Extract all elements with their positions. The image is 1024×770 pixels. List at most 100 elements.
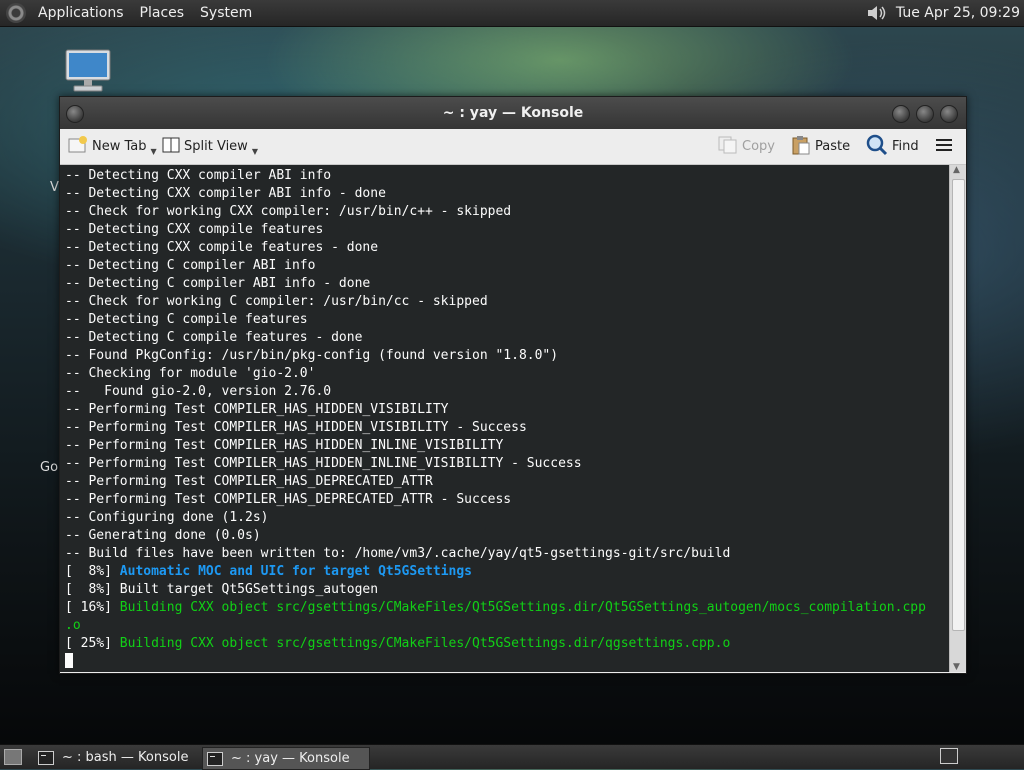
menu-places[interactable]: Places xyxy=(132,0,193,26)
split-view-label: Split View xyxy=(184,139,248,154)
panel-tray: Tue Apr 25, 09:29 xyxy=(866,0,1024,26)
scroll-down-icon[interactable]: ▼ xyxy=(953,662,960,672)
chevron-down-icon[interactable]: ▼ xyxy=(252,147,258,156)
terminal-line-text: -- Detecting CXX compiler ABI info xyxy=(65,168,332,183)
taskbar-item-label: ~ : bash — Konsole xyxy=(62,750,189,765)
terminal-line-text: .o xyxy=(65,618,81,633)
terminal-line-text: -- Detecting C compiler ABI info xyxy=(65,258,316,273)
terminal-line-text: -- Performing Test COMPILER_HAS_DEPRECAT… xyxy=(65,474,433,489)
terminal-line-text: -- Checking for module 'gio-2.0' xyxy=(65,366,316,381)
terminal-line-text: -- Performing Test COMPILER_HAS_DEPRECAT… xyxy=(65,492,512,507)
workspace-switcher-icon[interactable] xyxy=(940,748,958,764)
terminal-line-text: -- Check for working CXX compiler: /usr/… xyxy=(65,204,512,219)
scrollbar-thumb[interactable] xyxy=(952,179,965,631)
terminal-line: -- Performing Test COMPILER_HAS_HIDDEN_V… xyxy=(65,419,950,437)
split-view-button[interactable]: Split View ▼ xyxy=(162,129,258,164)
terminal-line: -- Performing Test COMPILER_HAS_DEPRECAT… xyxy=(65,473,950,491)
volume-icon[interactable] xyxy=(866,3,888,23)
terminal-line-text: -- Detecting CXX compile features xyxy=(65,222,324,237)
terminal-line-text: -- Performing Test COMPILER_HAS_HIDDEN_V… xyxy=(65,402,449,417)
terminal-line: -- Detecting CXX compile features xyxy=(65,221,950,239)
terminal-line-text: -- Performing Test COMPILER_HAS_HIDDEN_I… xyxy=(65,456,582,471)
terminal-line-text: Automatic MOC and UIC for target Qt5GSet… xyxy=(119,564,472,579)
maximize-button[interactable] xyxy=(916,105,934,123)
chevron-down-icon[interactable]: ▼ xyxy=(151,147,157,156)
terminal-line: [ 8%] Automatic MOC and UIC for target Q… xyxy=(65,563,950,581)
new-tab-button[interactable]: New Tab ▼ xyxy=(68,129,157,164)
terminal-line-text: -- Detecting CXX compiler ABI info - don… xyxy=(65,186,386,201)
toolbar: New Tab ▼ Split View ▼ Copy Paste Find xyxy=(60,129,966,165)
terminal-line: [ 16%] Building CXX object src/gsettings… xyxy=(65,599,950,617)
konsole-window: ~ : yay — Konsole New Tab ▼ Split View ▼… xyxy=(59,96,967,674)
terminal-line: -- Checking for module 'gio-2.0' xyxy=(65,365,950,383)
terminal-line: -- Performing Test COMPILER_HAS_DEPRECAT… xyxy=(65,491,950,509)
find-button[interactable]: Find xyxy=(866,129,919,164)
progress-prefix: [ 8%] xyxy=(65,564,120,579)
terminal-line-text: -- Found gio-2.0, version 2.76.0 xyxy=(65,384,332,399)
minimize-button[interactable] xyxy=(892,105,910,123)
scroll-up-icon[interactable]: ▲ xyxy=(953,165,960,175)
terminal-line-text: -- Generating done (0.0s) xyxy=(65,528,261,543)
terminal-line: -- Detecting C compile features - done xyxy=(65,329,950,347)
distro-logo-icon[interactable] xyxy=(6,3,26,23)
terminal-line: [ 8%] Built target Qt5GSettings_autogen xyxy=(65,581,950,599)
window-menu-button[interactable] xyxy=(66,105,84,123)
terminal-cursor xyxy=(65,653,73,668)
search-icon xyxy=(866,134,888,160)
terminal-line: -- Configuring done (1.2s) xyxy=(65,509,950,527)
terminal-line: -- Detecting CXX compiler ABI info - don… xyxy=(65,185,950,203)
terminal-line: -- Detecting C compiler ABI info - done xyxy=(65,275,950,293)
paste-label: Paste xyxy=(815,139,851,154)
terminal-line-text: -- Configuring done (1.2s) xyxy=(65,510,269,525)
top-panel: Applications Places System Tue Apr 25, 0… xyxy=(0,0,1024,27)
terminal-text: -- Detecting CXX compiler ABI info -- Det… xyxy=(60,165,950,672)
terminal-icon xyxy=(207,751,223,766)
terminal-line: -- Build files have been written to: /ho… xyxy=(65,545,950,563)
hamburger-menu-button[interactable] xyxy=(936,129,952,164)
copy-icon xyxy=(718,136,738,158)
terminal-line: -- Performing Test COMPILER_HAS_HIDDEN_I… xyxy=(65,455,950,473)
show-desktop-icon[interactable] xyxy=(4,749,22,765)
terminal-line: -- Detecting CXX compiler ABI info xyxy=(65,167,950,185)
taskbar-item-yay[interactable]: ~ : yay — Konsole xyxy=(202,747,370,770)
terminal-scrollbar[interactable]: ▲ ▼ xyxy=(949,165,966,672)
copy-label: Copy xyxy=(742,139,775,154)
clock[interactable]: Tue Apr 25, 09:29 xyxy=(896,5,1024,21)
terminal-output[interactable]: -- Detecting CXX compiler ABI info -- Det… xyxy=(60,165,950,672)
terminal-line: [ 25%] Building CXX object src/gsettings… xyxy=(65,635,950,653)
terminal-line: -- Found PkgConfig: /usr/bin/pkg-config … xyxy=(65,347,950,365)
terminal-line-text: -- Build files have been written to: /ho… xyxy=(65,546,731,561)
taskbar-item-bash[interactable]: ~ : bash — Konsole xyxy=(34,747,196,768)
terminal-line-text: -- Check for working C compiler: /usr/bi… xyxy=(65,294,488,309)
terminal-line-text: [ 8%] Built target Qt5GSettings_autogen xyxy=(65,582,379,597)
terminal-line-text: -- Detecting CXX compile features - done xyxy=(65,240,379,255)
menu-system[interactable]: System xyxy=(192,0,260,26)
new-tab-label: New Tab xyxy=(92,139,147,154)
terminal-line-text: -- Detecting C compiler ABI info - done xyxy=(65,276,371,291)
computer-desktop-icon[interactable] xyxy=(64,48,112,94)
find-label: Find xyxy=(892,139,919,154)
hamburger-menu-icon xyxy=(936,138,952,156)
menu-applications[interactable]: Applications xyxy=(30,0,132,26)
copy-button[interactable]: Copy xyxy=(718,129,775,164)
terminal-line: -- Check for working C compiler: /usr/bi… xyxy=(65,293,950,311)
taskbar-item-label: ~ : yay — Konsole xyxy=(231,751,350,766)
terminal-line-text: -- Performing Test COMPILER_HAS_HIDDEN_I… xyxy=(65,438,504,453)
desktop-label-partial: Go xyxy=(40,460,59,475)
window-titlebar[interactable]: ~ : yay — Konsole xyxy=(60,97,966,129)
terminal-line: -- Found gio-2.0, version 2.76.0 xyxy=(65,383,950,401)
terminal-line-text: -- Performing Test COMPILER_HAS_HIDDEN_V… xyxy=(65,420,527,435)
window-title: ~ : yay — Konsole xyxy=(442,105,584,121)
terminal-line: -- Detecting C compile features xyxy=(65,311,950,329)
paste-button[interactable]: Paste xyxy=(791,129,850,164)
close-button[interactable] xyxy=(940,105,958,123)
progress-prefix: [ 25%] xyxy=(65,636,120,651)
new-tab-icon xyxy=(68,135,88,158)
terminal-line-text: -- Detecting C compile features xyxy=(65,312,308,327)
terminal-icon xyxy=(38,750,54,765)
terminal-line: -- Performing Test COMPILER_HAS_HIDDEN_V… xyxy=(65,401,950,419)
taskbar: ~ : bash — Konsole ~ : yay — Konsole xyxy=(0,744,1024,770)
terminal-line: -- Check for working CXX compiler: /usr/… xyxy=(65,203,950,221)
terminal-line: -- Performing Test COMPILER_HAS_HIDDEN_I… xyxy=(65,437,950,455)
terminal-line: .o xyxy=(65,617,950,635)
